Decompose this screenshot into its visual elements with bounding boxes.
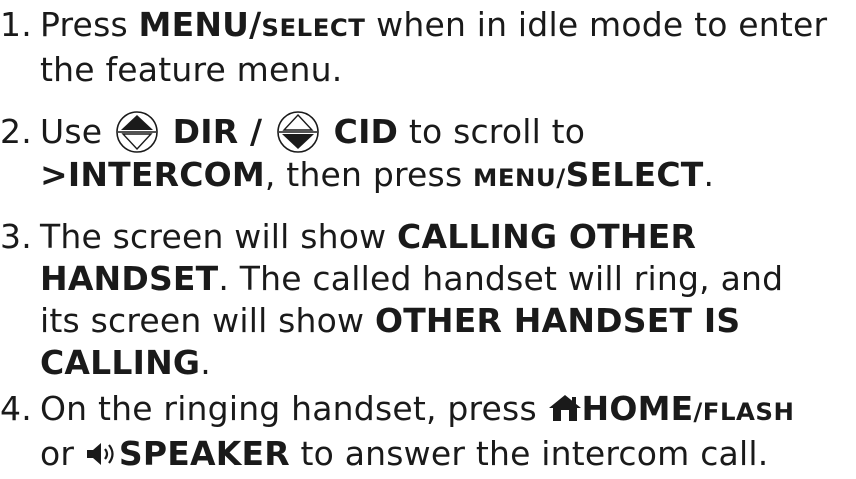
step-3: 3. The screen will show CALLING OTHER HAN…: [0, 216, 856, 384]
instruction-list: 1. Press MENU/SELECT when in idle mode to…: [0, 0, 856, 479]
step-number: 4.: [0, 389, 32, 428]
step-text: .: [703, 155, 715, 194]
key-name-menu: MENU/: [138, 5, 262, 44]
down-arrow-button-icon: [277, 111, 319, 153]
step-4: 4. On the ringing handset, press HOME/FLA…: [0, 388, 856, 475]
menu-option-intercom: >INTERCOM: [40, 155, 265, 194]
key-name-speaker: SPEAKER: [118, 434, 290, 473]
step-text: to scroll to: [398, 112, 586, 151]
step-text: . The called handset will ring, and: [218, 259, 784, 298]
key-name-select: SELECT: [261, 13, 366, 42]
key-name-home: HOME: [581, 389, 694, 428]
step-3-line-4: CALLING.: [0, 342, 856, 384]
step-text: , then press: [264, 155, 474, 194]
screen-message: CALLING OTHER: [397, 217, 697, 256]
up-arrow-button-icon: [116, 111, 158, 153]
step-3-line-2: HANDSET. The called handset will ring, a…: [0, 258, 856, 300]
key-name-dir: DIR /: [160, 112, 274, 151]
step-3-line-3: its screen will show OTHER HANDSET IS: [0, 300, 856, 342]
step-3-line-1: 3. The screen will show CALLING OTHER: [0, 216, 856, 258]
step-1-line-2: the feature menu.: [0, 49, 856, 91]
step-text: the feature menu.: [40, 50, 343, 89]
key-name-select: SELECT: [565, 155, 704, 194]
key-name-cid: CID: [321, 112, 399, 151]
step-text: or: [40, 434, 85, 473]
step-text: Press: [40, 5, 139, 44]
step-text: .: [200, 343, 211, 382]
step-text: On the ringing handset, press: [40, 389, 548, 428]
step-text: to answer the intercom call.: [289, 434, 769, 473]
step-text: The screen will show: [40, 217, 398, 256]
key-name-flash: /FLASH: [693, 397, 795, 426]
step-number: 3.: [0, 217, 32, 256]
step-2-line-1: 2. Use DIR / CID to scroll to: [0, 110, 856, 154]
step-4-line-2: or SPEAKER to answer the intercom call.: [0, 433, 856, 475]
step-number: 1.: [0, 5, 32, 44]
step-text: when in idle mode to enter: [365, 5, 828, 44]
step-1-line-1: 1. Press MENU/SELECT when in idle mode to…: [0, 4, 856, 49]
step-2: 2. Use DIR / CID to scroll to >INTERCOM, …: [0, 110, 856, 199]
screen-message: CALLING: [40, 343, 201, 382]
home-icon: [548, 395, 581, 421]
screen-message: HANDSET: [40, 259, 219, 298]
key-name-menu: MENU/: [473, 163, 566, 192]
step-number: 2.: [0, 112, 32, 151]
step-1: 1. Press MENU/SELECT when in idle mode to…: [0, 4, 856, 91]
step-4-line-1: 4. On the ringing handset, press HOME/FLA…: [0, 388, 856, 433]
step-text: Use: [40, 112, 113, 151]
screen-message: OTHER HANDSET IS: [374, 301, 741, 340]
speaker-icon: [86, 443, 114, 465]
step-text: its screen will show: [40, 301, 375, 340]
step-2-line-2: >INTERCOM, then press MENU/SELECT.: [0, 154, 856, 199]
